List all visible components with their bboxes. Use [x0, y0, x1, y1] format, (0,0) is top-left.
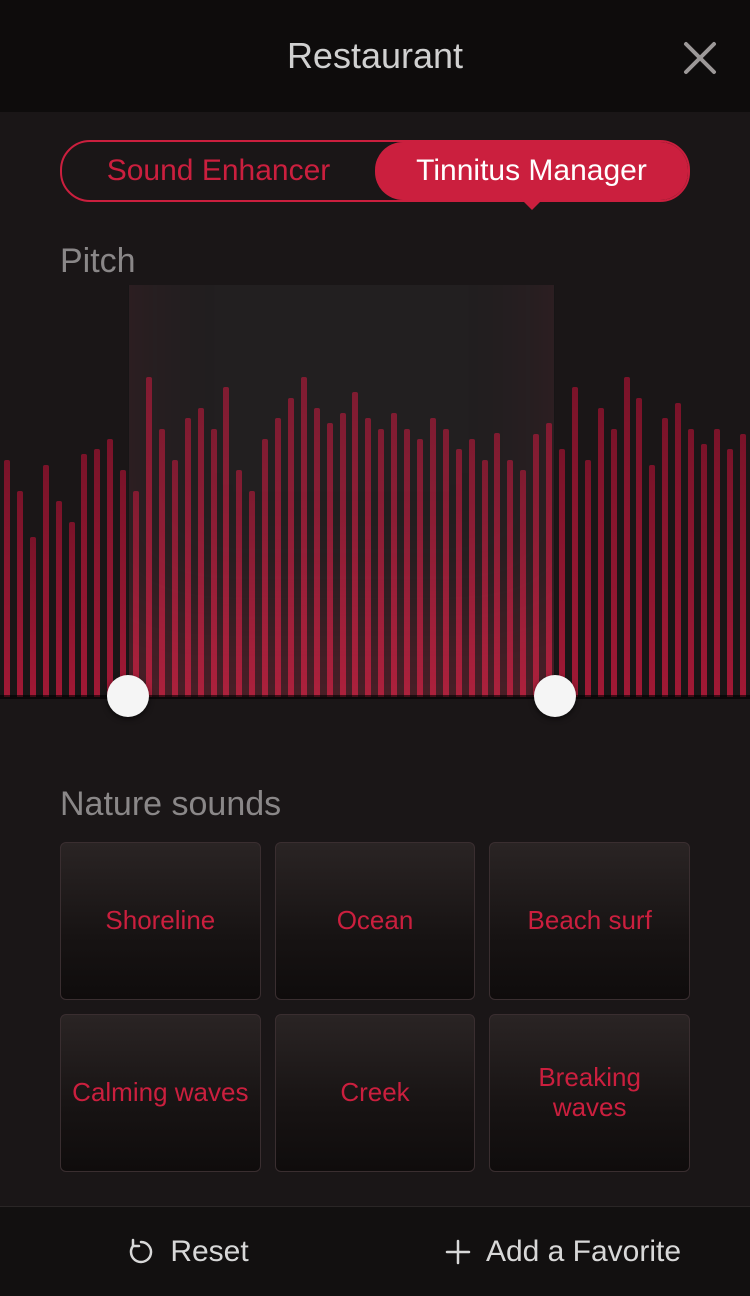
- nature-sound-card[interactable]: Creek: [275, 1014, 476, 1172]
- spectrum-bar: [81, 454, 87, 697]
- spectrum-bar: [701, 444, 707, 697]
- spectrum-bar: [69, 522, 75, 697]
- reset-button[interactable]: Reset: [0, 1235, 375, 1269]
- nature-sound-label: Ocean: [337, 906, 414, 936]
- nature-sound-label: Shoreline: [105, 906, 215, 936]
- spectrum-bar: [740, 434, 746, 697]
- nature-sound-card[interactable]: Calming waves: [60, 1014, 261, 1172]
- spectrum-bar: [17, 491, 23, 697]
- tab-tinnitus-manager-label: Tinnitus Manager: [416, 154, 647, 187]
- spectrum-bar: [30, 537, 36, 697]
- pitch-slider[interactable]: [0, 285, 750, 745]
- pitch-handle-high[interactable]: [534, 675, 576, 717]
- spectrum-bar: [585, 460, 591, 697]
- reset-icon: [126, 1237, 156, 1267]
- nature-sound-label: Breaking waves: [500, 1063, 679, 1123]
- spectrum-bar: [56, 501, 62, 697]
- spectrum-bar: [4, 460, 10, 697]
- nature-sound-card[interactable]: Ocean: [275, 842, 476, 1000]
- tab-active-indicator-icon: [520, 198, 544, 210]
- nature-sound-label: Creek: [340, 1078, 409, 1108]
- spectrum-bar: [611, 429, 617, 697]
- nature-sound-label: Calming waves: [72, 1078, 248, 1108]
- page-title: Restaurant: [287, 35, 463, 77]
- nature-sound-card[interactable]: Shoreline: [60, 842, 261, 1000]
- tab-bar: Sound Enhancer Tinnitus Manager: [60, 140, 690, 202]
- spectrum-bar: [559, 449, 565, 697]
- plus-icon: [444, 1238, 472, 1266]
- spectrum-bar: [714, 429, 720, 697]
- nature-sound-card[interactable]: Breaking waves: [489, 1014, 690, 1172]
- spectrum-bar: [624, 377, 630, 697]
- spectrum-bar: [636, 398, 642, 697]
- footer: Reset Add a Favorite: [0, 1206, 750, 1296]
- nature-sound-card[interactable]: Beach surf: [489, 842, 690, 1000]
- spectrum-bar: [675, 403, 681, 697]
- tab-tinnitus-manager[interactable]: Tinnitus Manager: [375, 142, 688, 200]
- add-favorite-button[interactable]: Add a Favorite: [375, 1235, 750, 1269]
- add-favorite-label: Add a Favorite: [486, 1235, 681, 1269]
- spectrum-bar: [120, 470, 126, 697]
- nature-sounds-label: Nature sounds: [60, 785, 750, 824]
- spectrum-bar: [94, 449, 100, 697]
- close-icon[interactable]: [680, 38, 720, 78]
- spectrum-bar: [107, 439, 113, 697]
- pitch-handle-low[interactable]: [107, 675, 149, 717]
- header: Restaurant: [0, 0, 750, 112]
- spectrum-bar: [43, 465, 49, 697]
- nature-sounds-grid: Shoreline Ocean Beach surf Calming waves Cre…: [60, 842, 690, 1172]
- spectrum-bar: [572, 387, 578, 697]
- spectrum-bar: [662, 418, 668, 697]
- tab-sound-enhancer[interactable]: Sound Enhancer: [62, 142, 375, 200]
- nature-sound-label: Beach surf: [528, 906, 652, 936]
- spectrum-bar: [727, 449, 733, 697]
- spectrum-bar: [688, 429, 694, 697]
- spectrum-bar: [649, 465, 655, 697]
- reset-label: Reset: [170, 1235, 248, 1269]
- spectrum-bar: [598, 408, 604, 697]
- pitch-selection-range: [128, 285, 556, 697]
